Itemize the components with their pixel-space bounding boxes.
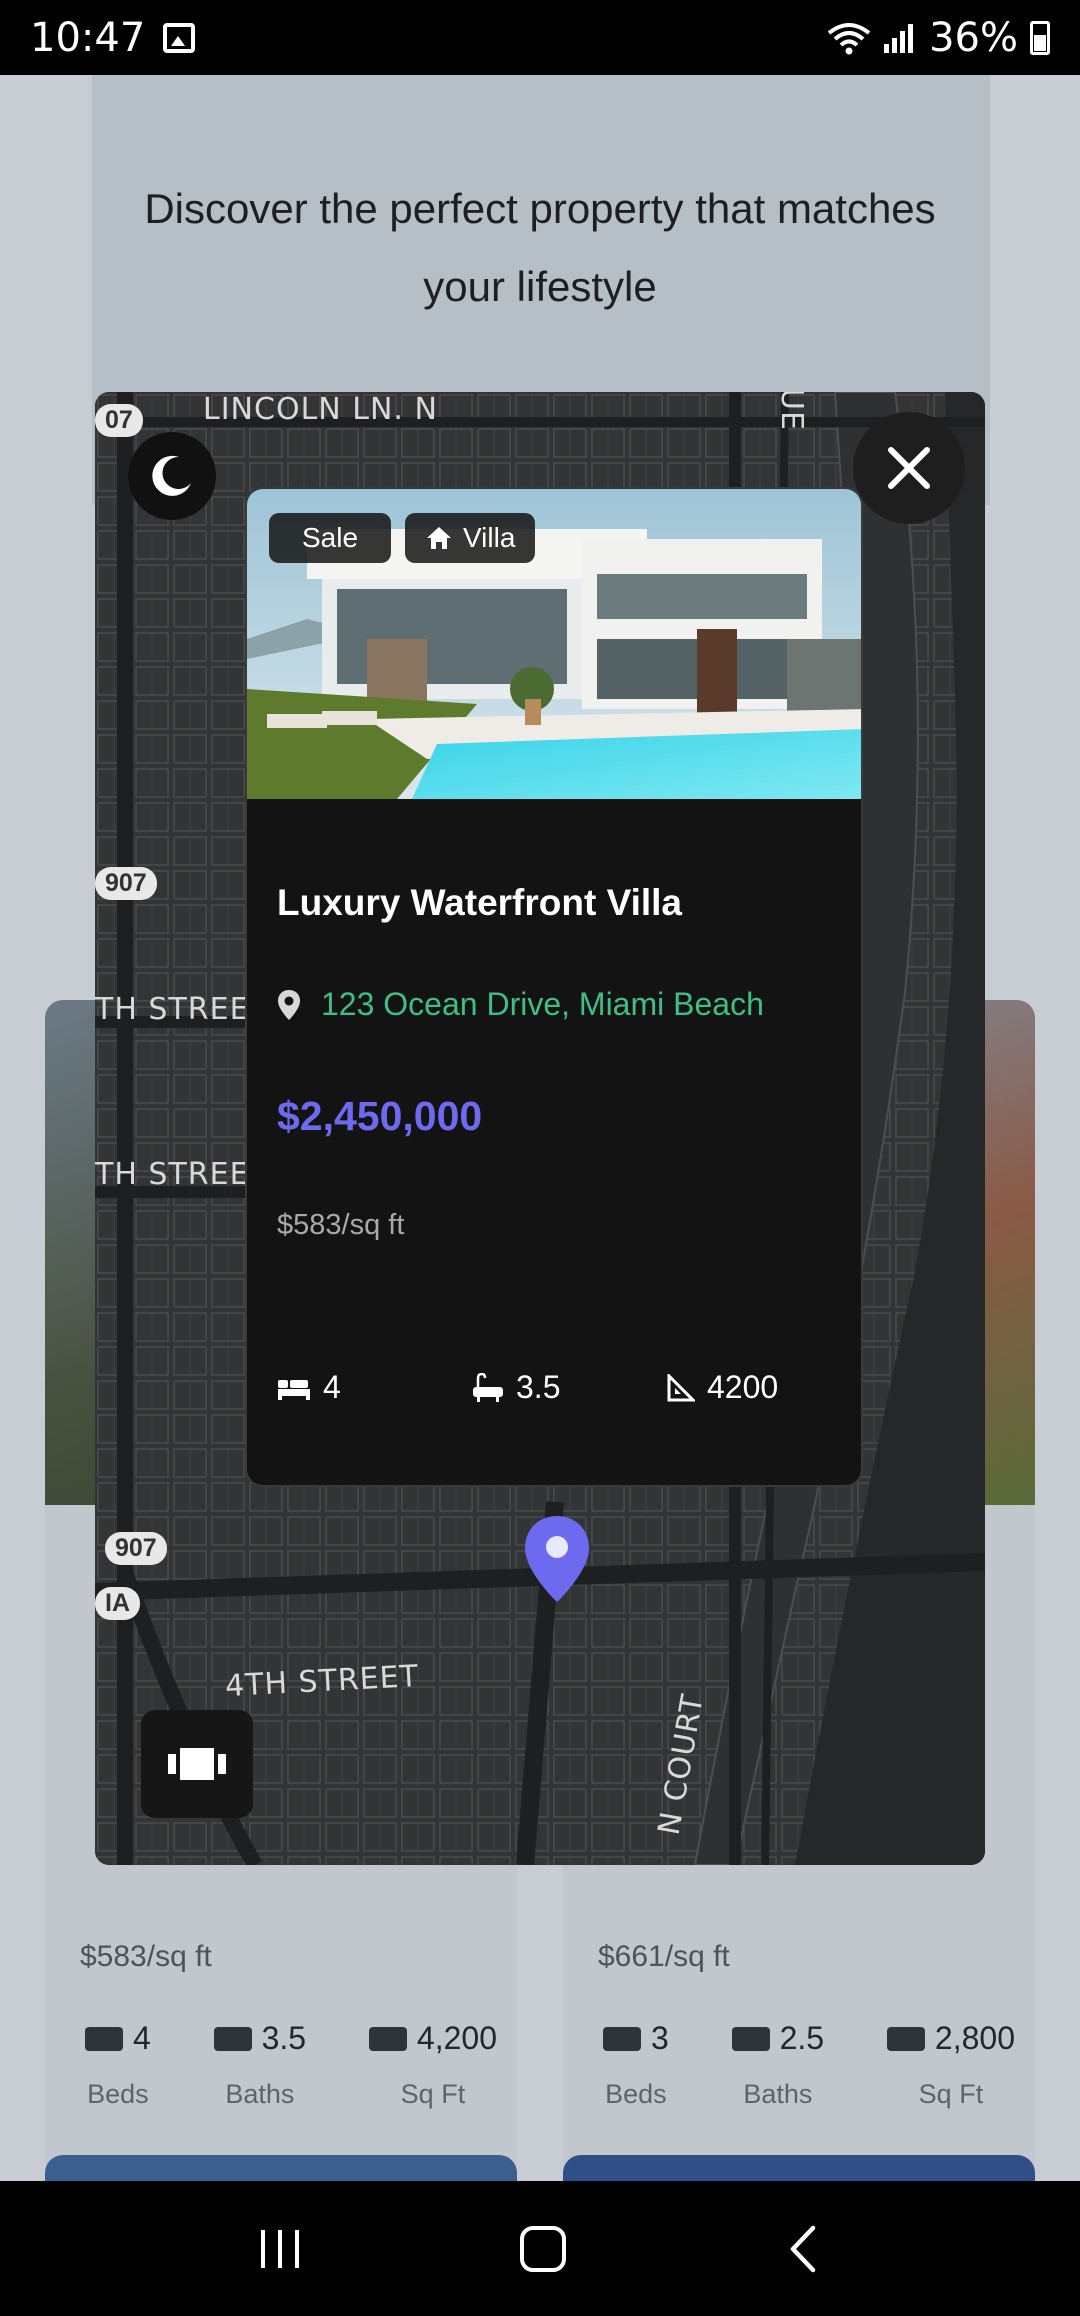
back-button[interactable] <box>783 2224 823 2274</box>
property-stats: 4 3.5 4200 <box>277 1369 837 1406</box>
card-stat-sqft: 4,200 Sq Ft <box>368 2020 497 2110</box>
ruler-triangle-icon <box>667 1373 695 1401</box>
status-right: 36% <box>827 15 1050 61</box>
moon-icon <box>152 455 191 496</box>
card-stat-beds: 4 Beds <box>85 2020 151 2110</box>
close-icon <box>888 447 930 489</box>
location-pin-icon <box>278 989 300 1020</box>
map-modal[interactable]: LINCOLN LN. N UE TH STREET TH STREET 4TH… <box>95 392 985 1865</box>
bath-icon <box>473 1372 503 1402</box>
wifi-icon <box>827 22 871 54</box>
road-shield: 907 <box>105 1532 167 1565</box>
property-price: $2,450,000 <box>277 1093 483 1139</box>
status-time: 10:47 <box>30 14 146 61</box>
road-shield: 07 <box>95 404 143 437</box>
card-stats: 4 Beds 3.5 Baths 4,200 Sq Ft <box>85 2020 497 2110</box>
card-stat-sqft: 2,800 Sq Ft <box>886 2020 1015 2110</box>
ruler-icon <box>886 2026 925 2051</box>
property-type-tag: Villa <box>405 513 536 563</box>
cards-stack-icon <box>168 1748 226 1780</box>
ruler-icon <box>368 2026 407 2051</box>
card-stats: 3 Beds 2.5 Baths 2,800 Sq Ft <box>603 2020 1015 2110</box>
map-label-street: UE <box>773 392 809 431</box>
battery-icon <box>1030 20 1050 55</box>
property-price-per-sqft: $583/sq ft <box>277 1209 405 1241</box>
road-shield: 907 <box>95 867 157 900</box>
bed-icon <box>603 2026 641 2051</box>
stat-sqft: 4200 <box>667 1369 778 1406</box>
system-navigation-bar <box>0 2181 1080 2316</box>
gallery-notification-icon <box>163 22 196 53</box>
property-popup-card[interactable]: Sale Villa Luxury Waterfront Villa 123 O… <box>245 487 863 1487</box>
battery-percent: 36% <box>929 14 1018 61</box>
card-price-per-sqft: $661/sq ft <box>598 1940 730 1973</box>
status-bar: 10:47 36% <box>0 0 1080 75</box>
bath-icon <box>731 2026 770 2051</box>
sale-tag: Sale <box>269 513 391 563</box>
card-stat-baths: 3.5 Baths <box>213 2020 306 2110</box>
next-card-peek <box>45 2155 517 2181</box>
home-icon <box>427 527 451 549</box>
hero-tagline: Discover the perfect property that match… <box>144 185 936 310</box>
signal-icon <box>884 23 914 53</box>
card-stat-baths: 2.5 Baths <box>731 2020 824 2110</box>
stat-beds: 4 <box>277 1369 472 1406</box>
property-address-text: 123 Ocean Drive, Miami Beach <box>321 986 764 1022</box>
card-stat-beds: 3 Beds <box>603 2020 669 2110</box>
cluster-toggle-button[interactable] <box>141 1710 253 1818</box>
map-label-street: TH STREET <box>95 1157 269 1192</box>
map-marker-icon[interactable] <box>522 1514 592 1604</box>
property-address: 123 Ocean Drive, Miami Beach <box>277 986 764 1023</box>
card-price-per-sqft: $583/sq ft <box>80 1940 212 1973</box>
map-label-street: TH STREET <box>95 992 269 1027</box>
bed-icon <box>278 1379 310 1400</box>
road-shield: IA <box>95 1587 140 1620</box>
close-button[interactable] <box>853 412 965 524</box>
bed-icon <box>85 2026 123 2051</box>
property-photo: Sale Villa <box>247 489 861 799</box>
property-title: Luxury Waterfront Villa <box>277 882 683 923</box>
dark-mode-toggle[interactable] <box>128 432 216 520</box>
next-card-peek <box>563 2155 1035 2181</box>
map-label-street: LINCOLN LN. N <box>203 392 438 427</box>
home-button[interactable] <box>518 2224 568 2274</box>
bath-icon <box>213 2026 252 2051</box>
stat-baths: 3.5 <box>472 1369 667 1406</box>
recent-apps-button[interactable] <box>257 2226 303 2272</box>
